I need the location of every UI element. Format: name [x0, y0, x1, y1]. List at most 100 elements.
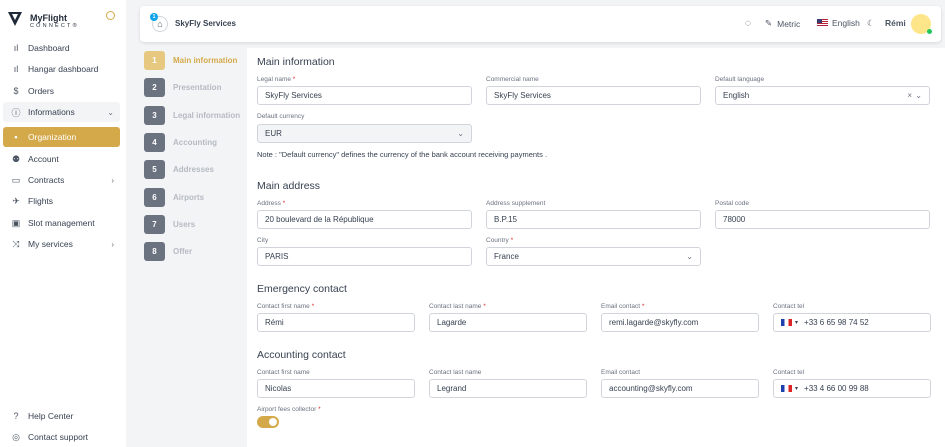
step-label: Addresses — [173, 164, 214, 174]
select-value: English — [723, 91, 750, 100]
legal-name-input[interactable]: SkyFly Services — [257, 86, 472, 105]
form-panel: Main information Legal name * SkyFly Ser… — [247, 48, 945, 447]
field-label: Email contact * — [601, 303, 645, 310]
nav-flights[interactable]: ✈ Flights — [3, 191, 120, 211]
chat-icon[interactable]: ◌ — [745, 18, 751, 29]
step-accounting[interactable]: 4 Accounting — [144, 132, 217, 152]
default-currency-select[interactable]: EUR ⌄ — [257, 124, 472, 143]
nav-label: Dashboard — [28, 43, 70, 53]
slot-icon: ▣ — [11, 217, 21, 228]
step-label: Presentation — [173, 82, 222, 92]
step-addresses[interactable]: 5 Addresses — [144, 159, 214, 179]
chevron-down-icon[interactable]: ▾ — [795, 385, 798, 392]
emergency-first-name-input[interactable]: Rémi — [257, 313, 415, 332]
nav-contracts[interactable]: ▭ Contracts › — [3, 170, 120, 190]
france-flag-icon — [781, 319, 792, 326]
step-number: 5 — [144, 159, 165, 179]
collapse-icon[interactable] — [106, 11, 115, 20]
emergency-last-name-input[interactable]: Lagarde — [429, 313, 587, 332]
dark-mode-icon[interactable]: ☾ — [867, 18, 875, 29]
nav-label: Orders — [28, 86, 54, 96]
accounting-last-name-input[interactable]: Legrand — [429, 379, 587, 398]
nav-orders[interactable]: $ Orders — [3, 81, 120, 101]
nav-account[interactable]: ⚉ Account — [3, 149, 120, 169]
nav-dashboard[interactable]: ıl Dashboard — [3, 38, 120, 58]
user-icon: ⚉ — [11, 153, 21, 164]
help-icon: ? — [13, 411, 19, 421]
step-users[interactable]: 7 Users — [144, 214, 195, 234]
accounting-phone-input[interactable]: ▾ +33 4 66 00 99 88 — [773, 379, 931, 398]
field-label: Country * — [486, 237, 514, 244]
field-label: Legal name * — [257, 76, 296, 83]
ruler-icon: ✎ — [765, 18, 773, 28]
chevron-right-icon: › — [111, 239, 114, 249]
nav-my-services[interactable]: ⤨ My services › — [3, 234, 120, 254]
accounting-first-name-input[interactable]: Nicolas — [257, 379, 415, 398]
phone-value: +33 4 66 00 99 88 — [804, 384, 869, 393]
chevron-down-icon: ⌄ — [457, 129, 464, 138]
section-title: Main information — [257, 56, 335, 68]
user-name: Rémi — [885, 18, 906, 28]
avatar[interactable] — [911, 14, 932, 34]
postal-code-input[interactable]: 78000 — [715, 210, 930, 229]
field-label: Contact first name — [257, 369, 310, 376]
notification-badge: 1 — [150, 13, 158, 21]
nav-label: Hangar dashboard — [28, 64, 99, 74]
step-legal-information[interactable]: 3 Legal information — [144, 105, 240, 125]
nav-slot-management[interactable]: ▣ Slot management — [3, 213, 120, 233]
step-presentation[interactable]: 2 Presentation — [144, 77, 221, 97]
step-offer[interactable]: 8 Offer — [144, 241, 192, 261]
step-number: 1 — [144, 50, 165, 70]
nav-label: Account — [28, 154, 59, 164]
country-select[interactable]: France ⌄ — [486, 247, 701, 266]
nav-contact-support[interactable]: ◎ Contact support — [3, 427, 120, 447]
chevron-down-icon: ⌄ — [107, 107, 114, 117]
step-number: 8 — [144, 241, 165, 261]
nav-label: Help Center — [28, 411, 74, 421]
address-supplement-input[interactable]: B.P.15 — [486, 210, 701, 229]
commercial-name-input[interactable]: SkyFly Services — [486, 86, 701, 105]
section-title: Main address — [257, 180, 321, 192]
field-label: Contact tel — [773, 369, 805, 376]
unit-selector[interactable]: ✎ Metric — [765, 18, 800, 29]
accounting-email-input[interactable]: accounting@skyfly.com — [601, 379, 759, 398]
field-label: Email contact — [601, 369, 641, 376]
nav-hangar-dashboard[interactable]: ıl Hangar dashboard — [3, 59, 120, 79]
nav-help-center[interactable]: ? Help Center — [3, 406, 120, 426]
plane-icon: ✈ — [12, 195, 20, 206]
nav-label: Contact support — [28, 432, 89, 442]
chevron-down-icon: ⌄ — [686, 252, 693, 261]
step-label: Accounting — [173, 137, 217, 147]
company-name: SkyFly Services — [175, 19, 236, 28]
step-number: 2 — [144, 77, 165, 97]
step-main-information[interactable]: 1 Main information — [144, 50, 237, 70]
info-icon: ⓘ — [11, 107, 21, 118]
dollar-icon: $ — [13, 86, 19, 96]
clear-icon[interactable]: × — [907, 91, 912, 100]
emergency-email-input[interactable]: remi.lagarde@skyfly.com — [601, 313, 759, 332]
language-selector[interactable]: English — [817, 18, 860, 28]
nav-informations[interactable]: ⓘ Informations ⌄ — [3, 102, 120, 122]
emergency-phone-input[interactable]: ▾ +33 6 65 98 74 52 — [773, 313, 931, 332]
unit-label: Metric — [777, 18, 801, 29]
airport-fees-collector-toggle[interactable] — [257, 416, 279, 428]
step-label: Users — [173, 219, 196, 229]
building-icon: ▪ — [14, 132, 18, 142]
nav-organization[interactable]: ▪ Organization — [3, 127, 120, 147]
nav-label: Organization — [28, 132, 77, 142]
section-title: Emergency contact — [257, 283, 347, 295]
nav-label: Flights — [28, 196, 54, 206]
step-label: Airports — [173, 192, 205, 202]
brand-sub: CONNECT® — [30, 23, 79, 29]
field-label: Contact tel — [773, 303, 805, 310]
step-label: Offer — [173, 246, 193, 256]
step-label: Legal information — [173, 110, 241, 120]
step-airports[interactable]: 6 Airports — [144, 187, 204, 207]
chevron-down-icon[interactable]: ▾ — [795, 319, 798, 326]
us-flag-icon — [817, 19, 828, 27]
chevron-down-icon: ⌄ — [915, 91, 922, 100]
address-input[interactable]: 20 boulevard de la République — [257, 210, 472, 229]
brand-name: MyFlight — [30, 13, 67, 23]
default-language-select[interactable]: English × ⌄ — [715, 86, 930, 105]
city-input[interactable]: PARIS — [257, 247, 472, 266]
